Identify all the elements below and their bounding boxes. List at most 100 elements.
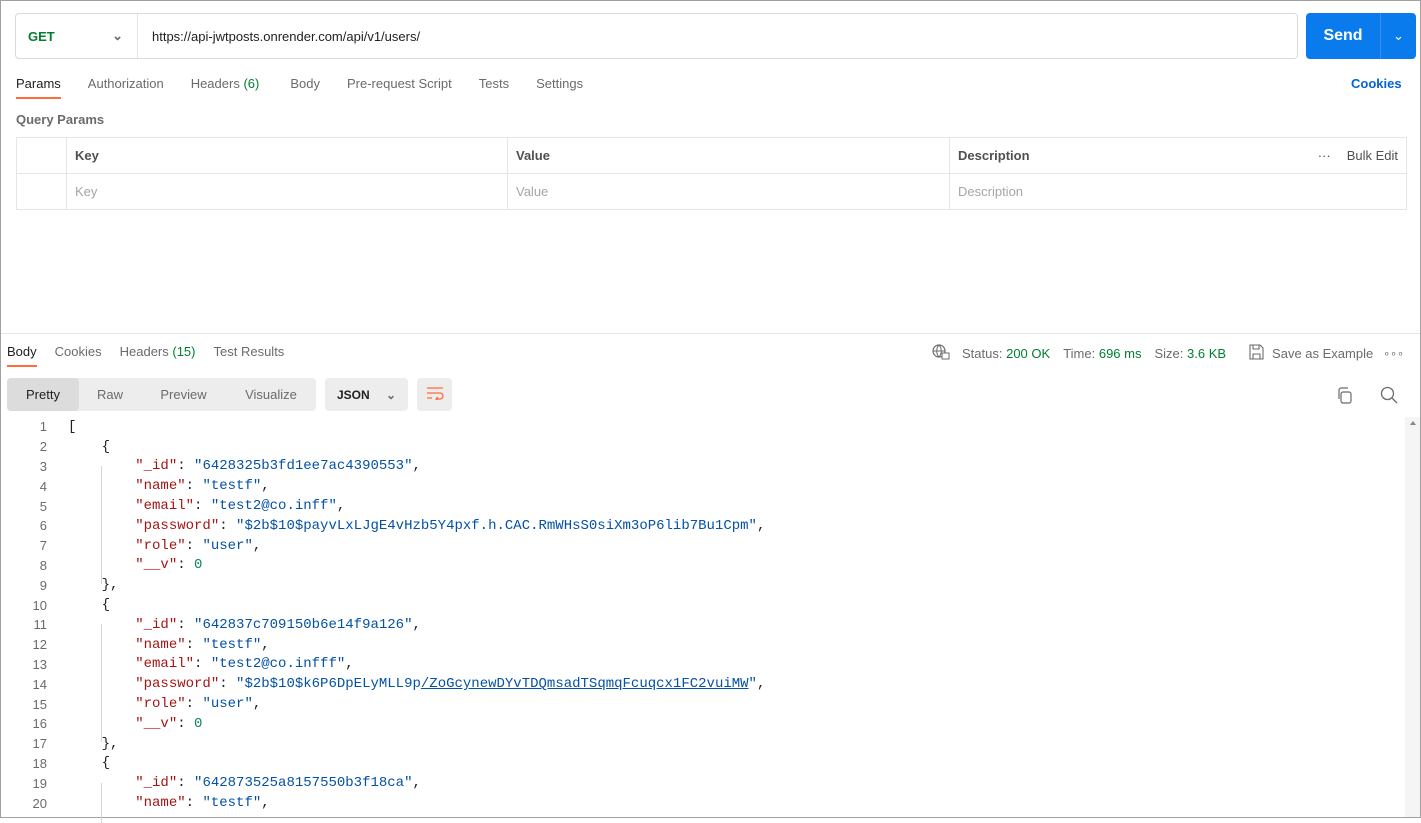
view-visualize[interactable]: Visualize: [226, 378, 316, 411]
code-token: [: [68, 418, 77, 435]
code-token: "$2b$10$k6P6DpELyMLL9p: [236, 676, 421, 693]
chevron-down-icon: ⌄: [112, 28, 123, 43]
code-text: {: [47, 597, 110, 613]
code-token: "_id": [135, 458, 178, 475]
description-input[interactable]: Description: [949, 173, 1407, 210]
code-token: "testf": [202, 636, 262, 653]
code-text: },: [47, 736, 119, 752]
line-number: 16: [32, 716, 47, 732]
status-value[interactable]: 200 OK: [1006, 346, 1050, 361]
chevron-down-icon: ⌄: [1393, 28, 1404, 43]
code-token: :: [177, 775, 195, 792]
code-line: 5 "email": "test2@co.inff",: [0, 496, 1405, 516]
request-tab-tests[interactable]: Tests: [479, 76, 509, 99]
tab-label: Headers: [190, 76, 240, 91]
code-line: 12 "name": "testf",: [0, 635, 1405, 655]
request-tab-settings[interactable]: Settings: [536, 76, 583, 99]
tab-label: Params: [16, 76, 61, 91]
code-text: "name": "testf",: [47, 478, 269, 495]
code-token: ": [748, 676, 757, 693]
code-line: 1[: [0, 417, 1405, 437]
copy-icon[interactable]: [1337, 387, 1353, 407]
chevron-down-icon: ⌄: [385, 387, 396, 402]
pane-divider[interactable]: [1, 333, 1420, 334]
tab-label: Authorization: [87, 76, 164, 91]
save-as-example-button[interactable]: Save as Example: [1272, 346, 1373, 361]
cookies-link[interactable]: Cookies: [1351, 76, 1402, 91]
send-button[interactable]: Send: [1306, 13, 1381, 59]
line-number: 17: [32, 736, 47, 752]
send-options-button[interactable]: ⌄: [1381, 13, 1416, 59]
code-line: 18 {: [0, 754, 1405, 774]
code-line: 13 "email": "test2@co.infff",: [0, 655, 1405, 675]
view-pretty[interactable]: Pretty: [7, 378, 79, 411]
view-raw[interactable]: Raw: [79, 378, 141, 411]
view-preview[interactable]: Preview: [141, 378, 226, 411]
response-tab-test-results[interactable]: Test Results: [214, 344, 285, 367]
line-number: 4: [39, 478, 47, 494]
code-line: 4 "name": "testf",: [0, 476, 1405, 496]
code-token: 0: [194, 715, 203, 732]
editor-scrollbar[interactable]: [1405, 417, 1420, 817]
table-row: Key Value Description: [16, 173, 1407, 210]
send-button-group: Send ⌄: [1306, 13, 1416, 59]
code-text: "_id": "642837c709150b6e14f9a126",: [47, 617, 421, 633]
tab-label: Headers: [119, 344, 169, 359]
time-value[interactable]: 696 ms: [1099, 346, 1142, 361]
globe-lock-icon[interactable]: [932, 344, 950, 363]
search-icon[interactable]: [1380, 386, 1398, 407]
code-token: "email": [135, 656, 195, 673]
method-label: GET: [28, 28, 55, 44]
code-token: ,: [252, 537, 262, 554]
code-token: ,: [261, 636, 270, 653]
code-text: "__v": 0: [47, 716, 202, 732]
response-body-editor[interactable]: 1[2 {3 "_id": "6428325b3fd1ee7ac4390553"…: [0, 417, 1405, 823]
code-token: "name": [135, 636, 186, 653]
code-line: 3 "_id": "6428325b3fd1ee7ac4390553",: [0, 457, 1405, 477]
code-line: 7 "role": "user",: [0, 536, 1405, 556]
request-tab-pre-request-script[interactable]: Pre-request Script: [347, 76, 452, 99]
code-token: :: [177, 715, 195, 732]
line-number: 5: [39, 498, 47, 514]
size-value[interactable]: 3.6 KB: [1187, 346, 1226, 361]
request-tab-authorization[interactable]: Authorization: [88, 76, 164, 99]
code-line: 17 },: [0, 734, 1405, 754]
code-line: 15 "role": "user",: [0, 694, 1405, 714]
code-text: "__v": 0: [47, 557, 202, 573]
response-tab-headers[interactable]: Headers (15): [120, 344, 196, 367]
url-input[interactable]: https://api-jwtposts.onrender.com/api/v1…: [138, 29, 420, 44]
line-number: 9: [39, 577, 47, 593]
wrap-lines-button[interactable]: [417, 378, 452, 411]
code-text: "email": "test2@co.infff",: [47, 656, 353, 673]
code-token: ,: [252, 696, 262, 713]
code-token: "642837c709150b6e14f9a126": [194, 616, 413, 633]
request-tab-body[interactable]: Body: [290, 76, 320, 99]
code-line: 2 {: [0, 437, 1405, 457]
code-token: :: [185, 696, 203, 713]
more-icon[interactable]: ∘∘∘: [1383, 347, 1404, 360]
value-input[interactable]: Value: [507, 173, 950, 210]
response-tab-cookies[interactable]: Cookies: [55, 344, 102, 367]
response-tab-body[interactable]: Body: [7, 344, 37, 367]
code-line: 9 },: [0, 575, 1405, 595]
method-select[interactable]: GET ⌄: [16, 14, 138, 58]
key-input[interactable]: Key: [66, 173, 508, 210]
code-token: },: [68, 577, 119, 594]
code-token: :: [185, 795, 203, 812]
format-select[interactable]: JSON ⌄: [325, 378, 408, 411]
tab-label: Cookies: [54, 344, 102, 359]
code-token[interactable]: /ZoGcynewDYvTDQmsadTSqmqFcuqcx1FC2vuiMW: [421, 676, 749, 692]
request-tab-headers[interactable]: Headers (6): [191, 76, 260, 99]
code-token: :: [185, 478, 203, 495]
time-label: Time:: [1063, 346, 1096, 361]
bulk-edit-button[interactable]: Bulk Edit: [1347, 148, 1398, 163]
more-icon[interactable]: ···: [1318, 148, 1331, 163]
request-tab-params[interactable]: Params: [16, 76, 61, 99]
code-token: "test2@co.inff": [210, 498, 337, 515]
